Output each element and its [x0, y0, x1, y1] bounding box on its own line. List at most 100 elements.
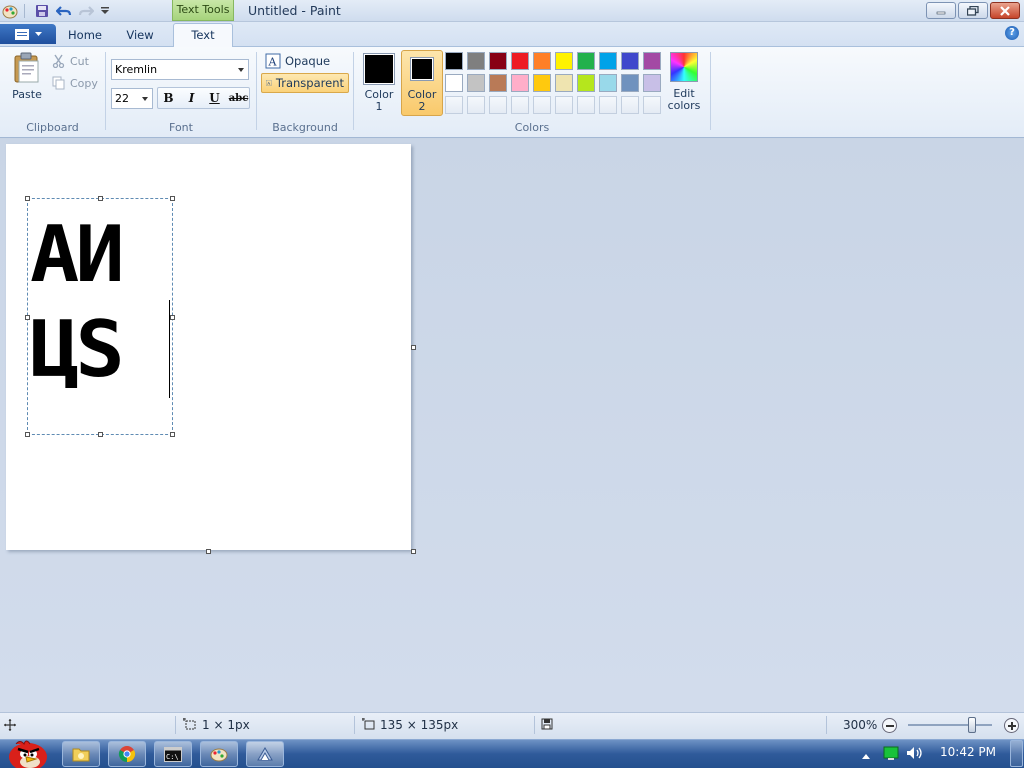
palette-swatch[interactable]	[467, 74, 485, 92]
command-prompt-icon: C:\	[164, 746, 182, 762]
volume-icon[interactable]	[906, 746, 924, 763]
color1-button[interactable]: Color 1	[360, 51, 398, 115]
canvas-text[interactable]: AИ ЦS	[30, 208, 162, 398]
bold-button[interactable]: B	[158, 88, 179, 108]
close-button[interactable]	[990, 2, 1020, 19]
palette-swatch[interactable]	[599, 74, 617, 92]
textbox-resize-handle[interactable]	[25, 196, 30, 201]
palette-empty-swatch[interactable]	[533, 96, 551, 114]
edit-colors-label: Edit colors	[667, 87, 701, 112]
textbox-resize-handle[interactable]	[170, 432, 175, 437]
tab-text[interactable]: Text	[173, 23, 233, 47]
palette-swatch[interactable]	[577, 52, 595, 70]
status-divider	[534, 716, 535, 734]
network-icon[interactable]	[883, 746, 899, 763]
palette-swatch[interactable]	[511, 52, 529, 70]
paste-button[interactable]: Paste	[8, 52, 46, 104]
tab-view[interactable]: View	[118, 26, 162, 46]
palette-swatch[interactable]	[467, 52, 485, 70]
paste-label: Paste	[12, 88, 42, 101]
palette-empty-swatch[interactable]	[555, 96, 573, 114]
paint-app-icon[interactable]	[1, 2, 19, 20]
zoom-out-button[interactable]	[882, 718, 897, 733]
palette-empty-swatch[interactable]	[467, 96, 485, 114]
palette-swatch[interactable]	[621, 74, 639, 92]
canvas-resize-handle[interactable]	[411, 549, 416, 554]
save-icon[interactable]	[33, 2, 51, 20]
palette-empty-swatch[interactable]	[621, 96, 639, 114]
palette-swatch[interactable]	[621, 52, 639, 70]
file-size-icon	[541, 718, 553, 733]
canvas-resize-handle[interactable]	[206, 549, 211, 554]
palette-swatch[interactable]	[511, 74, 529, 92]
palette-swatch[interactable]	[643, 74, 661, 92]
palette-swatch[interactable]	[599, 52, 617, 70]
palette-swatch[interactable]	[555, 74, 573, 92]
zoom-slider-thumb[interactable]	[968, 717, 977, 733]
italic-button[interactable]: I	[181, 88, 202, 108]
palette-swatch[interactable]	[489, 74, 507, 92]
qat-customize-icon[interactable]	[96, 2, 114, 20]
palette-swatch[interactable]	[577, 74, 595, 92]
help-icon[interactable]: ?	[1005, 26, 1019, 40]
taskbar-active-app-button[interactable]	[246, 741, 284, 767]
palette-swatch[interactable]	[533, 74, 551, 92]
palette-empty-swatch[interactable]	[643, 96, 661, 114]
underline-button[interactable]: U	[204, 88, 225, 108]
clipboard-group-label: Clipboard	[26, 121, 79, 134]
copy-button[interactable]: Copy	[52, 75, 98, 91]
color2-button[interactable]: Color 2	[401, 50, 443, 116]
paint-icon	[210, 748, 228, 762]
palette-swatch[interactable]	[643, 52, 661, 70]
start-button[interactable]	[2, 738, 50, 768]
color-wheel-icon	[670, 52, 698, 82]
palette-empty-swatch[interactable]	[511, 96, 529, 114]
taskbar-paint-button[interactable]	[200, 741, 238, 767]
palette-empty-swatch[interactable]	[577, 96, 595, 114]
font-family-select[interactable]: Kremlin	[111, 59, 249, 80]
svg-text:A: A	[266, 81, 270, 86]
taskbar-explorer-button[interactable]	[62, 741, 100, 767]
opaque-button[interactable]: A Opaque	[261, 51, 349, 71]
show-hidden-icons-icon[interactable]	[862, 749, 870, 762]
transparent-label: Transparent	[275, 76, 344, 90]
taskbar-chrome-button[interactable]	[108, 741, 146, 767]
undo-icon[interactable]	[55, 2, 73, 20]
chevron-down-icon	[238, 68, 244, 72]
palette-empty-swatch[interactable]	[489, 96, 507, 114]
palette-swatch[interactable]	[533, 52, 551, 70]
canvas-resize-handle[interactable]	[411, 345, 416, 350]
textbox-resize-handle[interactable]	[25, 315, 30, 320]
taskbar-cmd-button[interactable]: C:\	[154, 741, 192, 767]
paint-menu-button[interactable]	[0, 24, 56, 44]
palette-swatch[interactable]	[489, 52, 507, 70]
palette-swatch[interactable]	[555, 52, 573, 70]
window-title: Untitled - Paint	[248, 3, 341, 18]
zoom-in-button[interactable]	[1004, 718, 1019, 733]
color1-label: Color 1	[364, 88, 394, 113]
svg-text:C:\: C:\	[166, 753, 179, 761]
textbox-resize-handle[interactable]	[170, 196, 175, 201]
edit-colors-button[interactable]: Edit colors	[666, 52, 702, 116]
cut-button[interactable]: Cut	[52, 53, 89, 69]
text-tools-context-label: Text Tools	[172, 0, 234, 21]
zoom-slider-track[interactable]	[908, 724, 992, 726]
redo-icon[interactable]	[77, 2, 95, 20]
textbox-resize-handle[interactable]	[98, 432, 103, 437]
ribbon-divider	[105, 52, 106, 130]
tab-home[interactable]: Home	[64, 26, 106, 46]
show-desktop-button[interactable]	[1010, 740, 1023, 767]
palette-empty-swatch[interactable]	[599, 96, 617, 114]
palette-empty-swatch[interactable]	[445, 96, 463, 114]
textbox-resize-handle[interactable]	[25, 432, 30, 437]
restore-button[interactable]	[958, 2, 988, 19]
image-size-icon	[362, 718, 376, 734]
font-size-select[interactable]: 22	[111, 88, 153, 109]
transparent-button[interactable]: A Transparent	[261, 73, 349, 93]
palette-swatch[interactable]	[445, 52, 463, 70]
palette-swatch[interactable]	[445, 74, 463, 92]
textbox-resize-handle[interactable]	[98, 196, 103, 201]
textbox-resize-handle[interactable]	[170, 315, 175, 320]
strikethrough-button[interactable]: abc	[227, 88, 250, 108]
minimize-button[interactable]	[926, 2, 956, 19]
